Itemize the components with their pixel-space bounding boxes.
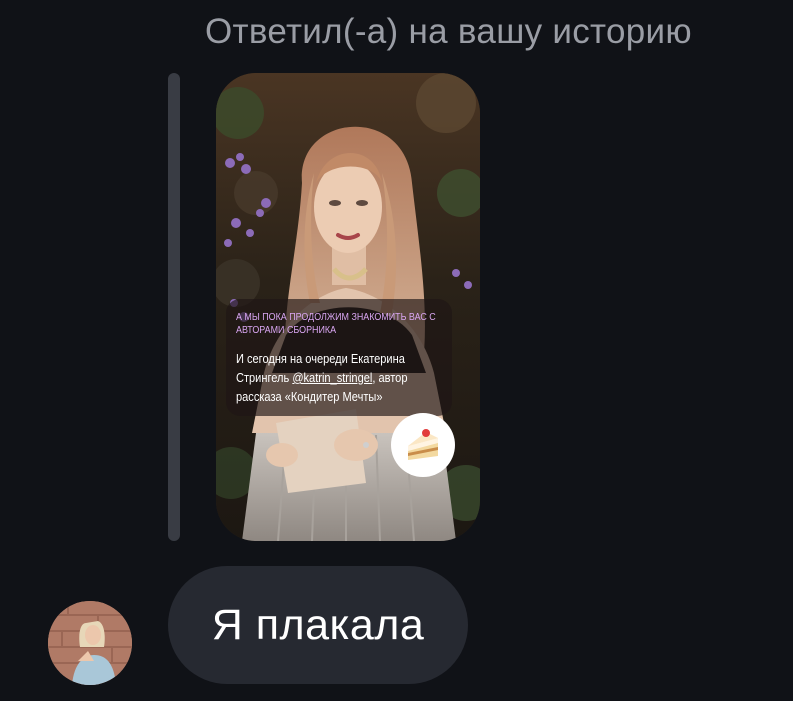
caption-headline: А МЫ ПОКА ПРОДОЛЖИМ ЗНАКОМИТЬ ВАС С АВТО… xyxy=(236,311,436,336)
story-reply-header: Ответил(-а) на вашу историю xyxy=(205,12,692,51)
caption-body: И сегодня на очереди Екатерина Стрингель… xyxy=(236,349,440,406)
cake-icon xyxy=(391,413,455,477)
user-avatar[interactable] xyxy=(48,601,132,685)
dm-thread: Ответил(-а) на вашу историю А МЫ ПОКА ПР… xyxy=(0,0,793,701)
reply-indicator-bar xyxy=(168,73,180,541)
story-preview[interactable]: А МЫ ПОКА ПРОДОЛЖИМ ЗНАКОМИТЬ ВАС С АВТО… xyxy=(216,73,480,541)
story-caption-box: А МЫ ПОКА ПРОДОЛЖИМ ЗНАКОМИТЬ ВАС С АВТО… xyxy=(226,299,452,416)
caption-mention-link[interactable]: @katrin_stringel xyxy=(292,370,372,385)
message-text: Я плакала xyxy=(211,600,425,649)
message-bubble[interactable]: Я плакала xyxy=(168,566,468,684)
